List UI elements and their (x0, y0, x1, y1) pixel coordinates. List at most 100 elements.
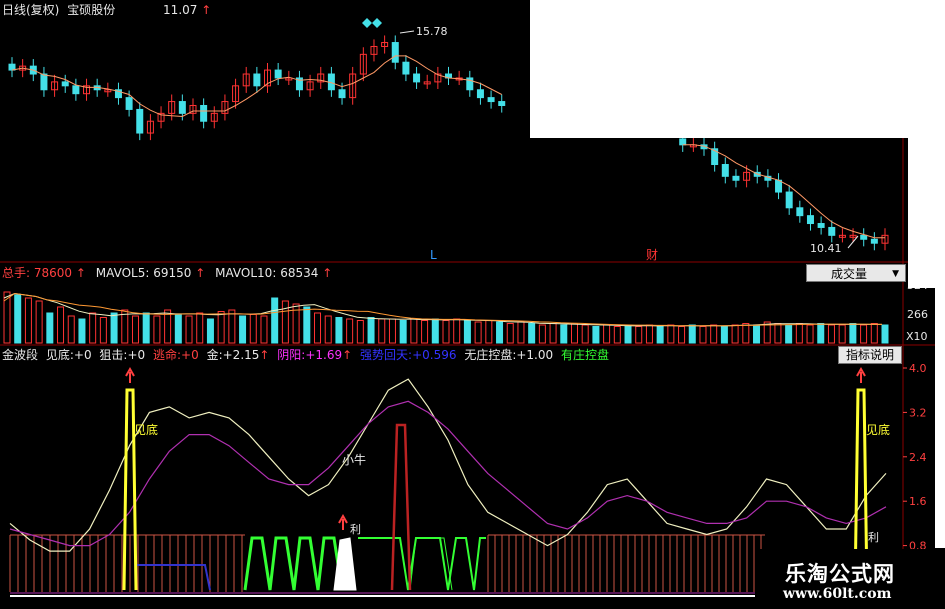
candle-body (125, 97, 133, 110)
volume-header: 总手: 78600 ↑ MAVOL5: 69150 ↑ MAVOL10: 685… (2, 266, 332, 280)
candle-body (253, 73, 261, 87)
indicator-item-jiji: 狙击:+0 (99, 348, 146, 362)
candle-body (136, 108, 144, 134)
low-price-label: 10.41 (810, 242, 842, 255)
mavol5-label: MAVOL5: (95, 266, 150, 280)
price-header: 日线(复权) 宝硕股份 11.07 ↑ (2, 3, 211, 17)
volume-bar (410, 318, 418, 344)
volume-bar (656, 326, 664, 344)
volume-bar (635, 326, 643, 344)
candle-body (200, 104, 208, 122)
volume-bar (206, 318, 214, 344)
diamond-marker-right (372, 18, 382, 28)
volume-bar (99, 317, 107, 344)
mavol10-label: MAVOL10: (215, 266, 277, 280)
volume-bar (528, 323, 536, 344)
volume-bar (303, 306, 311, 344)
volume-bar (281, 300, 289, 344)
indicator-name: 金波段 (2, 348, 39, 362)
volume-bar (431, 318, 439, 344)
volume-bar (367, 317, 375, 344)
volume-bar (699, 326, 707, 344)
li-label-right: 利 (868, 531, 879, 544)
volume-bar (421, 320, 429, 344)
volume-bar (239, 315, 247, 344)
price-up-arrow: ↑ (201, 3, 212, 17)
volume-bar (881, 324, 889, 344)
white-spike (333, 537, 357, 591)
volume-bar (67, 315, 75, 344)
dropdown-value: 成交量 (831, 267, 868, 281)
marker-cai: 财 (646, 248, 658, 262)
candle-body (338, 89, 346, 99)
blank-area-gap-middle (530, 100, 608, 138)
volume-bar (78, 318, 86, 344)
total-volume-label: 总手: (2, 266, 31, 280)
indicator-axis-label: 3.2 (909, 406, 927, 419)
volume-bar (356, 320, 364, 344)
volume-bar (827, 324, 835, 344)
mavol5-arrow: ↑ (195, 266, 206, 280)
volume-bar (89, 312, 97, 344)
volume-bar (174, 314, 182, 344)
volume-bar (271, 297, 279, 344)
candle-body (679, 138, 687, 146)
candle-body (61, 81, 69, 87)
volume-bar (474, 321, 482, 344)
high-price-pointer (399, 30, 415, 34)
blank-area-right-edge (935, 288, 945, 548)
volume-bar (442, 320, 450, 344)
volume-bar (346, 318, 354, 344)
volume-bar (399, 320, 407, 344)
volume-bar (667, 324, 675, 344)
volume-bar (624, 324, 632, 344)
volume-bar (3, 291, 11, 344)
high-price-label: 15.78 (416, 25, 448, 38)
volume-bar (217, 311, 225, 344)
candle-body (72, 85, 80, 95)
volume-bar (549, 323, 557, 344)
volume-bar (324, 315, 332, 344)
volume-bar (592, 326, 600, 344)
volume-bar (742, 323, 750, 344)
volume-bar (517, 321, 525, 344)
candle-body (413, 73, 421, 83)
red-spike (390, 423, 412, 591)
green-thin-line (409, 537, 453, 591)
indicator-axis-label: 2.4 (909, 451, 927, 464)
candle-body (178, 101, 186, 114)
volume-bar (249, 314, 257, 344)
volume-bar (645, 324, 653, 344)
indicator-item-qiangshi: 强势回天:+0.596 (360, 348, 457, 362)
indicator-item-youzhuang: 有庄控盘 (560, 348, 609, 362)
volume-bar (314, 312, 322, 344)
volume-bar (46, 312, 54, 344)
green-control-line-2 (358, 537, 486, 591)
volume-bar (710, 324, 718, 344)
candle-body (498, 101, 506, 106)
indicator-help-button[interactable]: 指标说明 (838, 346, 902, 364)
candle-body (775, 179, 783, 193)
volume-bar (838, 324, 846, 344)
candle-body (476, 89, 484, 99)
indicator-axis-label: 1.6 (909, 495, 927, 508)
watermark-title: 乐淘公式网 (785, 562, 895, 586)
period-label: 日线(复权) (2, 3, 60, 17)
total-volume-value: 78600 (33, 266, 73, 280)
volume-bar (860, 324, 868, 344)
indicator-select-dropdown[interactable]: 成交量 ▼ (806, 264, 906, 282)
volume-bar (849, 323, 857, 344)
volume-bar (774, 323, 782, 344)
candle-body (274, 69, 282, 79)
volume-bar (688, 324, 696, 344)
watermark-url: www.60lt.com (783, 586, 892, 602)
volume-axis-unit: X10 (906, 330, 928, 343)
candle-body (828, 226, 836, 236)
stock-chart-window: 15.7810.41L财12.1524266X104.03.22.41.60.8… (0, 0, 945, 609)
candle-body (402, 61, 410, 75)
volume-bar (506, 323, 514, 344)
up-arrow-mid (338, 513, 348, 530)
stock-name: 宝硕股份 (67, 3, 116, 17)
volume-bar (57, 306, 65, 344)
candle-body (721, 164, 729, 177)
